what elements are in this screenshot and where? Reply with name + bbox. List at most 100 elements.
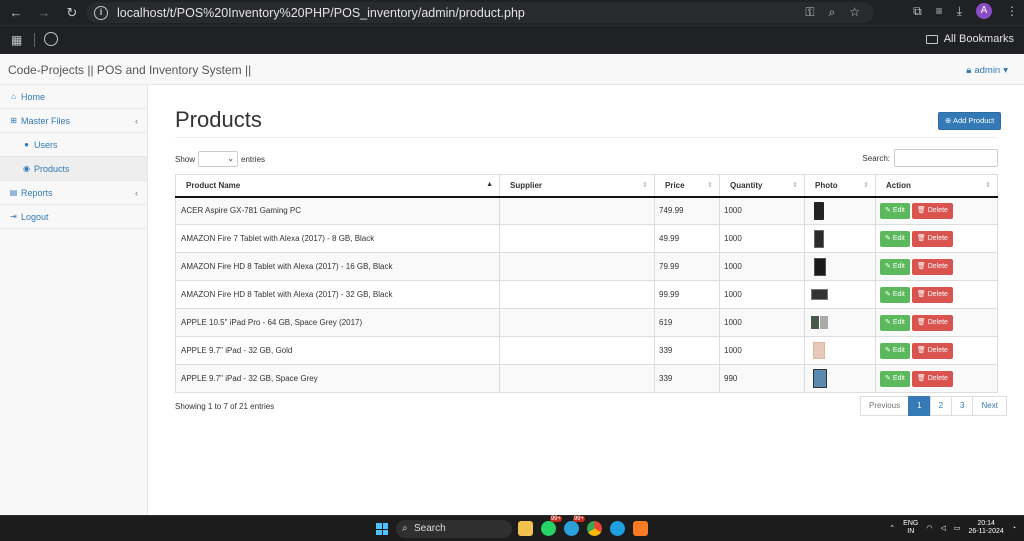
edit-button[interactable]: ✎ Edit — [880, 258, 910, 275]
notifications-icon[interactable]: ◔ — [1012, 525, 1016, 532]
sidebar-item-users[interactable]: ● Users — [0, 133, 147, 157]
sidebar-item-logout[interactable]: ⇥ Logout — [0, 205, 147, 229]
cell-action: ✎ Edit 🗑︎ Delete — [875, 364, 998, 393]
brand-title[interactable]: Code-Projects || POS and Inventory Syste… — [8, 63, 251, 77]
user-menu[interactable]: 🔒︎ admin ▾ — [966, 65, 1008, 76]
back-icon[interactable]: ← — [2, 5, 30, 20]
cell-product-name: AMAZON Fire 7 Tablet with Alexa (2017) -… — [175, 224, 500, 253]
clock[interactable]: 20:14 26-11-2024 — [968, 520, 1003, 536]
table-row: ACER Aspire GX-781 Gaming PC 749.99 1000… — [175, 196, 998, 225]
column-header-price[interactable]: Price ⇕ — [654, 174, 720, 198]
reports-icon: ▤ — [9, 188, 18, 197]
menu-icon[interactable]: ⋮ — [1006, 4, 1018, 18]
globe-icon[interactable] — [44, 32, 58, 46]
home-icon: ⌂ — [11, 92, 16, 101]
delete-button[interactable]: 🗑︎ Delete — [911, 314, 953, 331]
page-1[interactable]: 1 — [908, 396, 931, 416]
system-tray: ⌃ ENG IN ◠ ◁ ▭ 20:14 26-11-2024 ◔ — [889, 520, 1016, 536]
extensions-icon[interactable]: ⧉ — [913, 4, 922, 19]
search-input[interactable] — [894, 149, 998, 167]
language-indicator[interactable]: ENG IN — [903, 520, 918, 536]
xampp-icon[interactable] — [633, 521, 648, 536]
sidebar-item-reports[interactable]: ▤ Reports ‹ — [0, 181, 147, 205]
whatsapp-icon[interactable]: 99+ — [541, 516, 562, 536]
sitemap-icon: ⊞ — [10, 116, 17, 125]
forward-icon[interactable]: → — [30, 5, 58, 20]
product-photo — [820, 316, 828, 329]
delete-label: Delete — [927, 346, 948, 354]
table-search: Search: — [862, 149, 998, 167]
column-header-supplier[interactable]: Supplier ⇕ — [499, 174, 655, 198]
browser-toolbar: ← → ↻ i localhost/t/POS%20Inventory%20PH… — [0, 0, 1024, 25]
edit-button[interactable]: ✎ Edit — [880, 286, 910, 303]
add-product-button[interactable]: ⊕ Add Product — [938, 112, 1002, 130]
delete-button[interactable]: 🗑︎ Delete — [911, 286, 953, 303]
wifi-icon[interactable]: ◠ — [926, 524, 932, 532]
entries-select[interactable]: ⌄ — [198, 151, 239, 167]
zoom-icon[interactable]: ⌕ — [829, 5, 836, 20]
cell-product-name: ACER Aspire GX-781 Gaming PC — [175, 196, 500, 225]
clock-time: 20:14 — [977, 520, 995, 527]
sidebar-item-master-files[interactable]: ⊞ Master Files ‹ — [0, 109, 147, 133]
column-header-photo[interactable]: Photo ⇕ — [804, 174, 876, 198]
column-header-action[interactable]: Action ⇕ — [875, 174, 998, 198]
edit-button[interactable]: ✎ Edit — [880, 202, 910, 219]
cell-price: 49.99 — [654, 224, 720, 253]
edit-button[interactable]: ✎ Edit — [880, 230, 910, 247]
table-row: AMAZON Fire 7 Tablet with Alexa (2017) -… — [175, 224, 998, 253]
reading-list-icon[interactable]: ≡ — [936, 4, 943, 18]
site-info-icon[interactable]: i — [94, 5, 108, 20]
product-photo — [814, 257, 826, 276]
profile-avatar[interactable]: A — [976, 3, 992, 19]
edit-button[interactable]: ✎ Edit — [880, 314, 910, 331]
column-header-quantity[interactable]: Quantity ⇕ — [719, 174, 805, 198]
delete-button[interactable]: 🗑︎ Delete — [911, 370, 953, 387]
page-2[interactable]: 2 — [929, 396, 953, 416]
cell-price: 749.99 — [654, 196, 720, 225]
sort-icon: ⇕ — [707, 182, 713, 189]
battery-icon[interactable]: ▭ — [954, 524, 961, 532]
sidebar-item-label: Reports — [21, 187, 53, 198]
file-explorer-icon[interactable] — [518, 521, 533, 536]
cell-supplier — [499, 364, 655, 393]
lock-icon: 🔒︎ — [966, 65, 972, 76]
chrome-icon[interactable] — [587, 521, 602, 536]
delete-label: Delete — [927, 206, 948, 214]
cell-product-name: AMAZON Fire HD 8 Tablet with Alexa (2017… — [175, 280, 500, 309]
page-title: Products — [175, 107, 262, 132]
search-label: Search: — [862, 153, 890, 163]
apps-grid-icon[interactable]: ▦ — [11, 33, 22, 47]
chevron-up-icon[interactable]: ⌃ — [889, 524, 895, 532]
reload-icon[interactable]: ↻ — [58, 5, 86, 21]
product-photo — [811, 289, 828, 300]
delete-button[interactable]: 🗑︎ Delete — [911, 258, 953, 275]
page-3[interactable]: 3 — [951, 396, 974, 416]
address-bar[interactable]: i localhost/t/POS%20Inventory%20PHP/POS_… — [86, 2, 874, 23]
telegram-icon[interactable]: 99+ — [564, 516, 585, 536]
edit-button[interactable]: ✎ Edit — [880, 370, 910, 387]
user-name: admin — [974, 65, 1001, 76]
column-label: Photo — [815, 180, 838, 190]
edit-button[interactable]: ✎ Edit — [880, 342, 910, 359]
bookmark-star-icon[interactable]: ☆ — [849, 5, 860, 20]
table-row: APPLE 9.7" iPad - 32 GB, Space Grey 339 … — [175, 364, 998, 393]
windows-start-icon[interactable] — [376, 523, 388, 535]
page-previous[interactable]: Previous — [860, 396, 910, 416]
page-next[interactable]: Next — [972, 396, 1007, 416]
volume-icon[interactable]: ◁ — [940, 524, 945, 532]
download-icon[interactable]: ⤓ — [957, 4, 962, 19]
all-bookmarks-button[interactable]: All Bookmarks — [925, 33, 1014, 45]
edge-icon[interactable] — [610, 521, 625, 536]
column-header-product-name[interactable]: Product Name ▲ — [175, 174, 500, 198]
sidebar-item-home[interactable]: ⌂ Home — [0, 85, 147, 109]
column-label: Price — [665, 180, 685, 190]
delete-button[interactable]: 🗑︎ Delete — [911, 202, 953, 219]
key-icon[interactable]: ⚿ — [805, 5, 814, 20]
delete-button[interactable]: 🗑︎ Delete — [911, 230, 953, 247]
product-photo — [814, 201, 824, 220]
taskbar-search[interactable]: ⌕ Search — [396, 520, 512, 538]
sidebar-item-products[interactable]: ◉ Products — [0, 157, 147, 181]
delete-button[interactable]: 🗑︎ Delete — [911, 342, 953, 359]
bookmarks-bar: ▦ All Bookmarks — [0, 25, 1024, 54]
product-photo — [811, 316, 819, 329]
